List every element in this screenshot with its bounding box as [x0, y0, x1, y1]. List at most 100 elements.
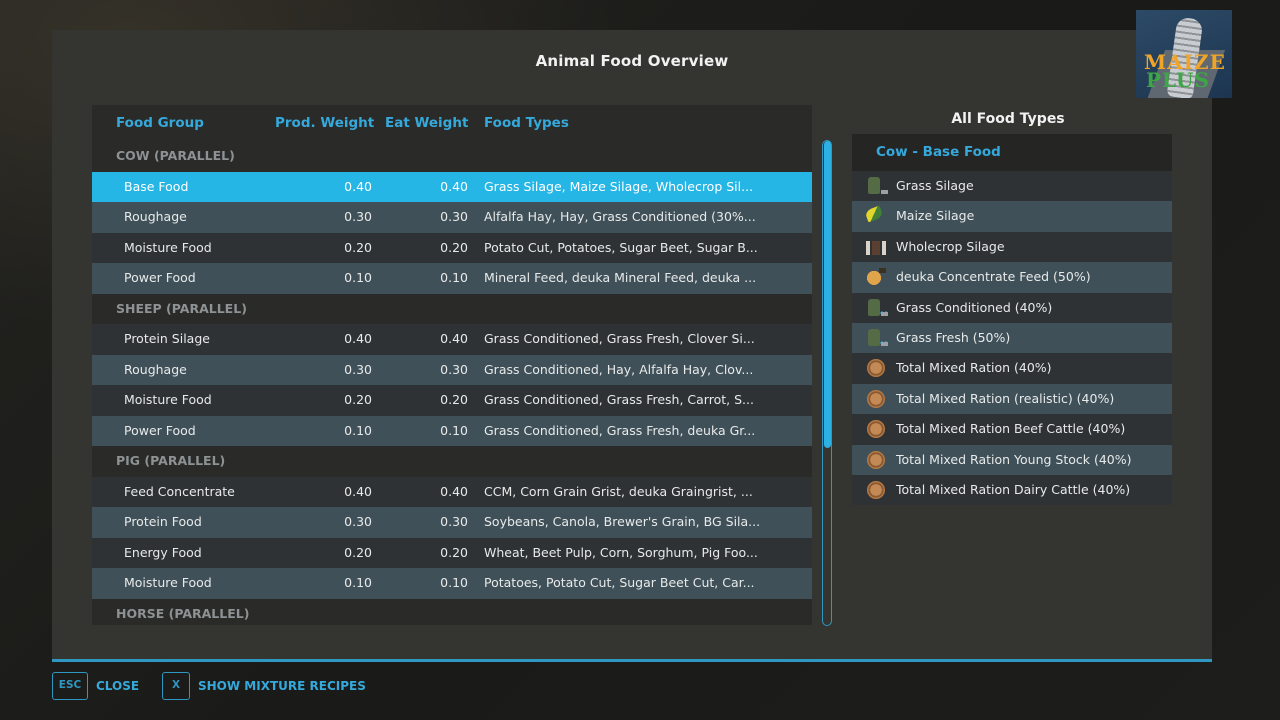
row-food-types: Grass Conditioned, Grass Fresh, Clover S… [484, 331, 755, 346]
row-food-group: Moisture Food [124, 392, 212, 407]
row-food-group: Energy Food [124, 544, 202, 560]
page-title: Animal Food Overview [535, 52, 729, 70]
row-eat-weight: 0.30 [440, 514, 468, 529]
group-header-pig: PIG (PARALLEL) [92, 446, 812, 477]
tmr-icon [867, 450, 885, 469]
wholecrop-silage-icon [866, 240, 886, 255]
x-key-hint[interactable]: X [162, 672, 190, 700]
table-row[interactable]: Roughage 0.30 0.30 Alfalfa Hay, Hay, Gra… [92, 202, 812, 233]
row-prod-weight: 0.40 [344, 178, 372, 194]
table-row[interactable]: Protein Food 0.30 0.30 Soybeans, Canola,… [92, 507, 812, 538]
group-header-horse: HORSE (PARALLEL) [92, 598, 812, 625]
row-food-group: Power Food [124, 270, 196, 285]
food-types-title: All Food Types [951, 111, 1065, 127]
row-prod-weight: 0.30 [344, 209, 372, 224]
close-button[interactable]: CLOSE [96, 672, 139, 700]
food-type-label: Grass Silage [896, 178, 974, 193]
esc-key-hint[interactable]: ESC [52, 672, 88, 700]
table-row[interactable]: Energy Food 0.20 0.20 Wheat, Beet Pulp, … [92, 537, 812, 568]
table-row[interactable]: Moisture Food 0.10 0.10 Potatoes, Potato… [92, 568, 812, 599]
food-type-label: Grass Conditioned (40%) [896, 299, 1053, 315]
row-food-group: Roughage [124, 209, 187, 224]
food-types-selected-group: Cow - Base Food [852, 134, 1172, 171]
maize-plus-logo: MAIZE PLUS [1136, 10, 1232, 98]
table-body: COW (PARALLEL) Base Food 0.40 0.40 Grass… [92, 141, 812, 625]
food-type-label: deuka Concentrate Feed (50%) [896, 269, 1091, 285]
concentrate-feed-icon [866, 268, 886, 287]
row-prod-weight: 0.20 [344, 239, 372, 255]
list-item: Maize Silage [852, 201, 1172, 232]
group-header-sheep: SHEEP (PARALLEL) [92, 293, 812, 324]
row-food-types: Alfalfa Hay, Hay, Grass Conditioned (30%… [484, 209, 756, 224]
table-row[interactable]: Feed Concentrate 0.40 0.40 CCM, Corn Gra… [92, 476, 812, 507]
table-row[interactable]: Roughage 0.30 0.30 Grass Conditioned, Ha… [92, 354, 812, 385]
row-food-types: Soybeans, Canola, Brewer's Grain, BG Sil… [484, 514, 761, 529]
row-food-group: Power Food [124, 422, 196, 438]
table-row[interactable]: Protein Silage 0.40 0.40 Grass Condition… [92, 324, 812, 355]
row-food-types: Grass Conditioned, Grass Fresh, deuka Gr… [484, 422, 756, 438]
table-row[interactable]: Moisture Food 0.20 0.20 Grass Conditione… [92, 385, 812, 416]
column-header-eat-weight: Eat Weight [385, 115, 469, 131]
table-row[interactable]: Moisture Food 0.20 0.20 Potato Cut, Pota… [92, 232, 812, 263]
table-header: Food Group Prod. Weight Eat Weight Food … [92, 105, 812, 141]
food-types-list: Grass Silage Maize Silage Wholecrop Sila… [852, 171, 1172, 506]
tmr-icon [867, 359, 885, 378]
row-prod-weight: 0.40 [344, 331, 372, 346]
table-row[interactable]: Power Food 0.10 0.10 Mineral Feed, deuka… [92, 263, 812, 294]
show-mixture-recipes-button[interactable]: SHOW MIXTURE RECIPES [198, 672, 366, 700]
food-type-label: Maize Silage [896, 208, 975, 224]
list-item: Total Mixed Ration Young Stock (40%) [852, 444, 1172, 475]
list-item: Wholecrop Silage [852, 231, 1172, 263]
row-eat-weight: 0.20 [440, 239, 468, 255]
row-food-types: Potatoes, Potato Cut, Sugar Beet Cut, Ca… [484, 575, 755, 590]
row-eat-weight: 0.10 [440, 575, 468, 590]
row-food-types: Grass Conditioned, Hay, Alfalfa Hay, Clo… [484, 361, 754, 377]
grass-fresh-icon [868, 328, 888, 346]
food-type-label: Total Mixed Ration (realistic) (40%) [896, 390, 1115, 406]
row-prod-weight: 0.10 [344, 575, 372, 590]
row-prod-weight: 0.20 [344, 392, 372, 407]
tmr-icon [867, 389, 885, 408]
row-prod-weight: 0.30 [344, 514, 372, 529]
table-scrollbar-thumb[interactable] [823, 141, 831, 448]
row-food-group: Base Food [124, 178, 189, 194]
row-prod-weight: 0.10 [344, 422, 372, 438]
table-row[interactable]: Power Food 0.10 0.10 Grass Conditioned, … [92, 415, 812, 446]
list-item: Grass Silage [852, 171, 1172, 202]
row-prod-weight: 0.10 [344, 270, 372, 285]
list-item: Total Mixed Ration (realistic) (40%) [852, 383, 1172, 415]
food-group-table: Food Group Prod. Weight Eat Weight Food … [92, 105, 812, 625]
row-food-types: Grass Conditioned, Grass Fresh, Carrot, … [484, 392, 754, 407]
list-item: Total Mixed Ration Dairy Cattle (40%) [852, 474, 1172, 506]
food-type-label: Total Mixed Ration Young Stock (40%) [896, 451, 1132, 467]
row-prod-weight: 0.20 [344, 544, 372, 560]
row-eat-weight: 0.40 [440, 483, 468, 499]
food-type-label: Grass Fresh (50%) [896, 329, 1011, 345]
logo-text-line2: PLUS [1146, 68, 1210, 92]
row-eat-weight: 0.30 [440, 361, 468, 377]
row-prod-weight: 0.30 [344, 361, 372, 377]
row-eat-weight: 0.20 [440, 392, 468, 407]
food-type-label: Wholecrop Silage [896, 238, 1005, 254]
row-food-types: Mineral Feed, deuka Mineral Feed, deuka … [484, 270, 757, 285]
tmr-icon [867, 420, 885, 439]
maize-silage-icon [864, 206, 884, 223]
list-item: Grass Conditioned (40%) [852, 292, 1172, 323]
row-food-types: Grass Silage, Maize Silage, Wholecrop Si… [484, 178, 754, 194]
row-eat-weight: 0.30 [440, 209, 468, 224]
row-eat-weight: 0.10 [440, 270, 468, 285]
row-food-types: Wheat, Beet Pulp, Corn, Sorghum, Pig Foo… [484, 544, 758, 560]
food-type-label: Total Mixed Ration (40%) [896, 360, 1052, 376]
list-item: deuka Concentrate Feed (50%) [852, 262, 1172, 293]
column-header-prod-weight: Prod. Weight [275, 115, 375, 131]
food-type-label: Total Mixed Ration Beef Cattle (40%) [896, 421, 1126, 437]
row-eat-weight: 0.40 [440, 331, 468, 346]
row-food-types: CCM, Corn Grain Grist, deuka Graingrist,… [484, 483, 753, 499]
row-eat-weight: 0.20 [440, 544, 468, 560]
row-food-types: Potato Cut, Potatoes, Sugar Beet, Sugar … [484, 239, 758, 255]
row-food-group: Feed Concentrate [124, 483, 235, 499]
row-food-group: Protein Silage [124, 331, 210, 346]
list-item: Grass Fresh (50%) [852, 322, 1172, 354]
row-food-group: Moisture Food [124, 575, 212, 590]
table-row[interactable]: Base Food 0.40 0.40 Grass Silage, Maize … [92, 171, 812, 202]
